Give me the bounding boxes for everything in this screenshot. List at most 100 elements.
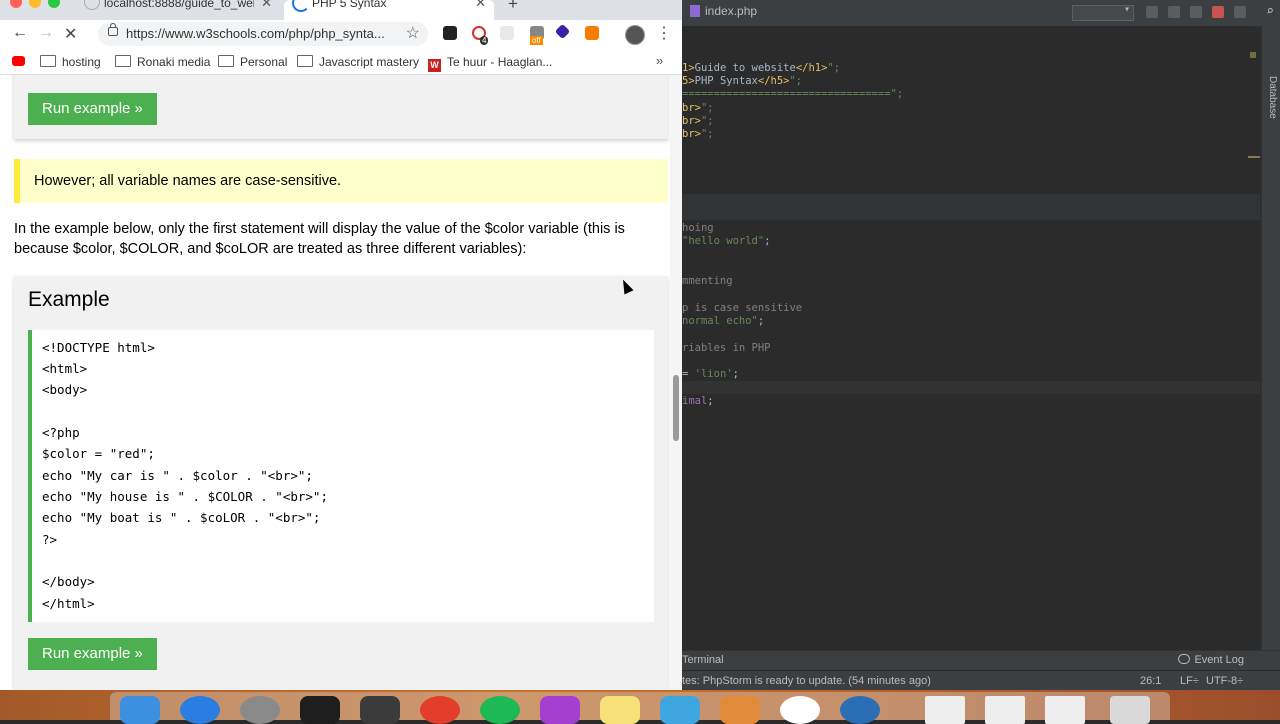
line-ending-selector[interactable]: LF÷ [1180,675,1199,687]
ide-file-tab[interactable]: index.php [690,4,757,18]
code-line: </html> [42,596,95,611]
extension-chart-icon[interactable] [585,26,599,40]
bookmark-label: Personal [240,55,288,69]
bookmark-javascript-mastery[interactable]: Javascript mastery [297,55,419,69]
run-example-button[interactable]: Run example » [28,638,157,670]
ide-toolbar: index.php ▾ ⌕ [682,0,1280,27]
code-line: <body> [42,382,88,397]
code-line: 1>Guide to website</h1>"; [682,62,841,74]
ide-bottom-tool-tabs: Terminal Event Log [682,650,1280,671]
editor-fold-band [682,194,1260,220]
note-text: However; all variable names are case-sen… [34,173,342,189]
chevron-down-icon: ▾ [1123,4,1130,15]
loading-spinner-icon [292,0,310,12]
run-icon[interactable] [1146,6,1158,18]
extension-off-badge: off [530,36,543,45]
more-menu-icon[interactable]: ⋮ [656,23,672,43]
code-line: p is case sensitive [682,302,803,314]
caret-line-highlight [682,381,1260,394]
ide-right-tool-strip: Database [1261,26,1280,650]
extension-icon[interactable] [500,26,514,40]
close-tab-icon[interactable]: ✕ [261,0,272,11]
forward-arrow-icon[interactable]: → [38,24,54,42]
youtube-icon[interactable] [12,56,25,66]
browser-tab-bar: localhost:8888/guide_to_websi ✕ PHP 5 Sy… [0,0,682,20]
profile-avatar[interactable] [625,25,645,45]
page-scrollbar[interactable] [670,75,682,690]
close-tab-icon[interactable]: ✕ [475,0,486,11]
code-line: 5>PHP Syntax</h5>"; [682,75,803,87]
extension-badge: 4 [480,36,489,45]
w-site-icon: W [428,59,441,72]
warning-marker-icon[interactable] [1250,52,1256,58]
scroll-marker [1248,156,1260,158]
bookmark-ronaki-media[interactable]: Ronaki media [115,55,210,69]
lock-icon[interactable] [108,23,118,36]
code-line: br>"; [682,102,714,114]
code-editor[interactable]: 1>Guide to website</h1>"; 5>PHP Syntax</… [682,26,1260,650]
bookmark-personal[interactable]: Personal [218,55,287,69]
extension-diamond-icon[interactable] [554,23,571,40]
database-tool-tab[interactable]: Database [1267,76,1278,119]
terminal-tab[interactable]: Terminal [682,654,724,666]
encoding-selector[interactable]: UTF-8÷ [1206,675,1243,687]
code-line: mmenting [682,275,733,287]
bookmark-label: hosting [62,55,101,69]
coverage-icon[interactable] [1190,6,1202,18]
code-line: </body> [42,574,95,589]
bookmarks-bar: hosting Ronaki media Personal Javascript… [0,48,682,75]
code-line: ?> [42,532,58,547]
browser-tab-localhost[interactable]: localhost:8888/guide_to_websi ✕ [76,0,280,20]
stop-loading-icon[interactable]: ✕ [64,24,77,44]
event-log-icon [1178,654,1191,664]
close-window-icon[interactable] [10,0,22,8]
code-line: br>"; [682,115,714,127]
url-text: https://www.w3schools.com/php/php_synta.… [126,26,385,41]
caret-position[interactable]: 26:1 [1140,675,1161,687]
status-message[interactable]: tes: PhpStorm is ready to update. (54 mi… [682,675,931,687]
bookmark-label: Te huur - Haaglan... [447,55,553,69]
scrollbar-thumb[interactable] [673,375,679,441]
bookmark-star-icon[interactable]: ☆ [406,23,420,43]
run-config-dropdown[interactable]: ▾ [1072,4,1134,21]
ide-status-bar: tes: PhpStorm is ready to update. (54 mi… [682,670,1280,691]
back-arrow-icon[interactable]: ← [12,24,28,42]
browser-toolbar: ← → ✕ https://www.w3schools.com/php/php_… [0,20,682,48]
note-panel: However; all variable names are case-sen… [14,159,668,203]
php-listen-icon[interactable] [1212,6,1224,18]
bookmark-te-huur[interactable]: W Te huur - Haaglan... [428,55,552,72]
code-line: <!DOCTYPE html> [42,340,155,355]
run-example-button[interactable]: Run example » [28,93,157,125]
tab-title: localhost:8888/guide_to_websi [104,0,254,10]
event-log-tab[interactable]: Event Log [1178,654,1244,666]
code-line: <?php [42,425,80,440]
new-tab-icon[interactable]: + [508,0,518,14]
search-icon[interactable]: ⌕ [1266,4,1274,19]
browser-window: localhost:8888/guide_to_websi ✕ PHP 5 Sy… [0,0,682,690]
zoom-window-icon[interactable] [48,0,60,8]
folder-icon [40,55,56,67]
example-heading: Example [28,288,110,311]
bookmarks-overflow-icon[interactable]: » [656,53,663,68]
bookmark-label: Ronaki media [137,55,211,69]
folder-icon [115,55,131,67]
browser-tab-php-syntax[interactable]: PHP 5 Syntax ✕ [284,0,494,20]
globe-icon [84,0,100,10]
address-bar[interactable]: https://www.w3schools.com/php/php_synta.… [98,22,428,46]
event-log-label: Event Log [1194,654,1244,666]
macos-dock [110,692,1170,724]
minimize-window-icon[interactable] [29,0,41,8]
code-line: riables in PHP [682,342,771,354]
bookmark-hosting[interactable]: hosting [40,55,101,69]
code-line: ================================="; [682,88,904,100]
jetbrains-extension-icon[interactable] [443,26,457,40]
folder-icon [218,55,234,67]
code-line: echo "My boat is " . $coLOR . "<br>"; [42,510,321,525]
code-line: = 'lion'; [682,368,739,380]
code-line: $color = "red"; [42,446,155,461]
stop-icon[interactable] [1234,6,1246,18]
code-line: hoing [682,222,714,234]
code-line: echo "My house is " . $COLOR . "<br>"; [42,489,328,504]
folder-icon [297,55,313,67]
debug-icon[interactable] [1168,6,1180,18]
